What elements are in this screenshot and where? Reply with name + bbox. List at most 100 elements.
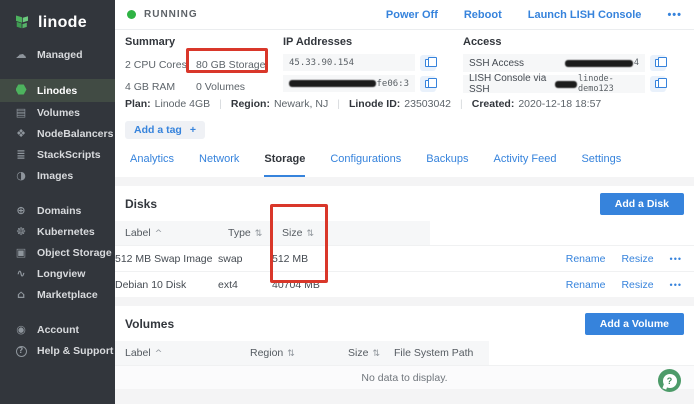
power-off-button[interactable]: Power Off — [386, 9, 438, 21]
logo-text: linode — [38, 14, 87, 31]
help-bubble-button[interactable]: ? — [658, 369, 681, 392]
account-icon: ◉ — [16, 323, 26, 336]
disks-col-type[interactable]: Type ⇅ — [228, 227, 282, 239]
add-disk-button[interactable]: Add a Disk — [599, 193, 684, 215]
sidebar-item-images[interactable]: ◑ Images — [0, 165, 115, 186]
linode-meta-row: Plan: Linode 4GB | Region: Newark, NJ | … — [115, 96, 694, 116]
disks-col-label[interactable]: Label ^ — [125, 227, 228, 239]
linode-logo[interactable]: linode — [0, 10, 115, 44]
nodebalancers-icon: ❖ — [16, 127, 26, 140]
sidebar-item-label: Volumes — [37, 106, 80, 119]
volumes-col-label[interactable]: Label ^ — [125, 347, 250, 359]
created-value: 2020-12-18 18:57 — [518, 98, 602, 110]
sidebar-item-longview[interactable]: ∿ Longview — [0, 263, 115, 284]
sort-icon: ⇅ — [306, 229, 314, 239]
disks-title: Disks — [125, 197, 158, 211]
help-icon: ? — [14, 344, 28, 357]
rename-button[interactable]: Rename — [566, 253, 606, 265]
marketplace-icon: ⌂ — [17, 288, 25, 301]
tab-analytics[interactable]: Analytics — [130, 153, 174, 177]
longview-icon: ∿ — [16, 267, 26, 280]
tab-settings[interactable]: Settings — [581, 153, 621, 177]
sidebar-item-label: Object Storage — [37, 246, 112, 259]
sidebar-item-volumes[interactable]: ▤ Volumes — [0, 102, 115, 123]
sort-icon: ⇅ — [287, 349, 295, 359]
sidebar-item-label: Account — [37, 323, 79, 336]
sidebar-item-label: Managed — [37, 48, 83, 61]
created-label: Created: — [471, 98, 515, 110]
region-value: Newark, NJ — [273, 98, 329, 110]
running-status-dot-icon — [127, 10, 136, 19]
ssh-access-label: SSH Access — [469, 57, 525, 69]
tab-storage[interactable]: Storage — [264, 153, 306, 177]
sort-icon: ⇅ — [372, 349, 380, 359]
status-indicator: RUNNING — [127, 9, 198, 20]
copy-icon — [654, 78, 667, 88]
tab-configurations[interactable]: Configurations — [330, 153, 401, 177]
status-text: RUNNING — [144, 9, 198, 20]
more-actions-icon[interactable]: ••• — [667, 9, 682, 21]
disk-row-debian: Debian 10 Disk ext4 40704 MB Rename Resi… — [115, 271, 694, 297]
summary-title: Summary — [125, 36, 176, 48]
copy-ipv6-button[interactable] — [420, 75, 437, 92]
sidebar-item-object-storage[interactable]: ▣ Object Storage — [0, 242, 115, 263]
sidebar-item-label: NodeBalancers — [37, 127, 114, 140]
ipv6-row: fe06:3 — [283, 75, 455, 92]
redaction-bar — [554, 80, 577, 88]
linode-hexagon-icon — [14, 84, 28, 97]
row-more-actions-icon[interactable]: ••• — [670, 280, 682, 290]
sidebar-item-nodebalancers[interactable]: ❖ NodeBalancers — [0, 123, 115, 144]
reboot-button[interactable]: Reboot — [464, 9, 502, 21]
copy-icon — [654, 57, 667, 67]
add-tag-button[interactable]: Add a tag + — [125, 121, 205, 139]
rename-button[interactable]: Rename — [566, 279, 606, 291]
copy-lish-button[interactable] — [650, 76, 667, 92]
sidebar-item-linodes[interactable]: Linodes — [0, 79, 115, 102]
row-more-actions-icon[interactable]: ••• — [670, 254, 682, 264]
lish-console-row: LISH Console via SSH linode-demo123 — [463, 73, 688, 95]
sort-asc-icon: ^ — [154, 229, 163, 239]
copy-ipv4-button[interactable] — [420, 54, 437, 71]
volumes-count-value: 0 Volumes — [196, 81, 246, 93]
plan-value: Linode 4GB — [154, 98, 211, 110]
volumes-col-region[interactable]: Region ⇅ — [250, 347, 348, 359]
sidebar-item-marketplace[interactable]: ⌂ Marketplace — [0, 284, 115, 305]
copy-icon — [424, 77, 437, 88]
tab-backups[interactable]: Backups — [426, 153, 468, 177]
disk-type: swap — [218, 252, 243, 265]
info-section: Summary 2 CPU Cores 80 GB Storage 4 GB R… — [115, 30, 694, 96]
sidebar-item-kubernetes[interactable]: ☸ Kubernetes — [0, 221, 115, 242]
kubernetes-icon: ☸ — [16, 225, 26, 238]
sidebar-item-managed[interactable]: ☁ Managed — [0, 44, 115, 65]
volumes-col-size[interactable]: Size ⇅ — [348, 347, 394, 359]
launch-lish-console-button[interactable]: Launch LISH Console — [528, 9, 642, 21]
disks-col-size[interactable]: Size ⇅ — [282, 227, 430, 239]
ipv4-row: 45.33.90.154 — [283, 54, 455, 71]
sidebar-item-account[interactable]: ◉ Account — [0, 319, 115, 340]
disks-table-header: Label ^ Type ⇅ Size ⇅ — [115, 221, 694, 245]
resize-button[interactable]: Resize — [621, 279, 653, 291]
sidebar-item-label: Kubernetes — [37, 225, 95, 238]
linode-cloud-manager: linode ☁ Managed Linodes ▤ Volumes ❖ Nod… — [0, 0, 694, 404]
footer: v1.27.1 | API Reference | Provide Feedba… — [115, 389, 694, 404]
plus-icon: + — [189, 124, 196, 136]
access-column: Access SSH Access 4 LISH Console via SSH… — [463, 36, 688, 96]
sidebar-item-domains[interactable]: ⊕ Domains — [0, 200, 115, 221]
topbar: RUNNING Power Off Reboot Launch LISH Con… — [115, 0, 694, 30]
sidebar-item-label: Domains — [37, 204, 82, 217]
sidebar: linode ☁ Managed Linodes ▤ Volumes ❖ Nod… — [0, 0, 115, 404]
sidebar-item-stackscripts[interactable]: ≣ StackScripts — [0, 144, 115, 165]
sidebar-item-help-support[interactable]: ? Help & Support — [0, 340, 115, 361]
tab-activity-feed[interactable]: Activity Feed — [493, 153, 556, 177]
sidebar-item-label: Help & Support — [37, 344, 114, 357]
tab-network[interactable]: Network — [199, 153, 239, 177]
ram-value: 4 GB RAM — [125, 81, 176, 93]
copy-icon — [424, 56, 437, 67]
region-label: Region: — [230, 98, 270, 110]
add-tag-label: Add a tag — [134, 124, 182, 136]
cloud-icon: ☁ — [15, 48, 27, 61]
add-volume-button[interactable]: Add a Volume — [584, 313, 684, 335]
access-title: Access — [463, 36, 502, 48]
copy-ssh-button[interactable] — [650, 55, 667, 71]
resize-button[interactable]: Resize — [621, 253, 653, 265]
